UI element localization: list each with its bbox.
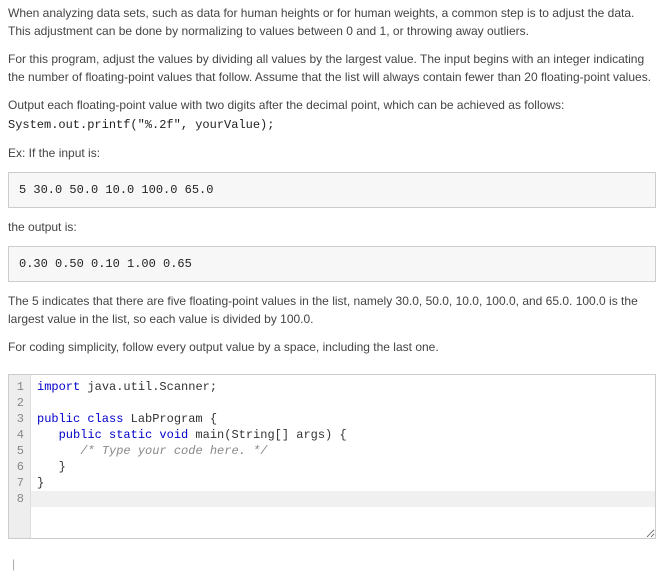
code-line[interactable] [37, 395, 649, 411]
intro-paragraph-1: When analyzing data sets, such as data f… [8, 4, 656, 40]
line-number: 8 [13, 491, 24, 507]
blinking-cursor-indicator: | [8, 555, 656, 573]
explanation-paragraph: The 5 indicates that there are five floa… [8, 292, 656, 328]
keyword: public class [37, 412, 123, 426]
code-line[interactable] [37, 491, 649, 507]
simplicity-paragraph: For coding simplicity, follow every outp… [8, 338, 656, 356]
code-text [37, 428, 59, 442]
code-line[interactable]: import java.util.Scanner; [37, 379, 649, 395]
output-format-text: Output each floating-point value with tw… [8, 98, 564, 112]
code-line[interactable]: } [37, 475, 649, 491]
code-text [37, 444, 80, 458]
output-format-paragraph: Output each floating-point value with tw… [8, 96, 656, 134]
line-number: 5 [13, 443, 24, 459]
code-text: main(String[] args) { [188, 428, 346, 442]
line-number-gutter: 1 2 3 4 5 6 7 8 [9, 375, 31, 538]
example-output-box: 0.30 0.50 0.10 1.00 0.65 [8, 246, 656, 282]
example-output-label: the output is: [8, 218, 656, 236]
code-text: LabProgram { [123, 412, 217, 426]
line-number: 3 [13, 411, 24, 427]
comment: /* Type your code here. */ [80, 444, 267, 458]
code-area[interactable]: import java.util.Scanner; public class L… [31, 375, 655, 538]
line-number: 4 [13, 427, 24, 443]
keyword: public static void [59, 428, 189, 442]
keyword: import [37, 380, 80, 394]
line-number: 7 [13, 475, 24, 491]
example-input-label: Ex: If the input is: [8, 144, 656, 162]
line-number: 6 [13, 459, 24, 475]
code-line[interactable]: } [37, 459, 649, 475]
code-line[interactable]: public class LabProgram { [37, 411, 649, 427]
code-editor[interactable]: 1 2 3 4 5 6 7 8 import java.util.Scanner… [8, 374, 656, 539]
intro-paragraph-2: For this program, adjust the values by d… [8, 50, 656, 86]
code-line[interactable]: /* Type your code here. */ [37, 443, 649, 459]
printf-code: System.out.printf("%.2f", yourValue); [8, 116, 656, 134]
line-number: 2 [13, 395, 24, 411]
example-input-box: 5 30.0 50.0 10.0 100.0 65.0 [8, 172, 656, 208]
line-number: 1 [13, 379, 24, 395]
code-line[interactable]: public static void main(String[] args) { [37, 427, 649, 443]
code-text: java.util.Scanner; [80, 380, 217, 394]
